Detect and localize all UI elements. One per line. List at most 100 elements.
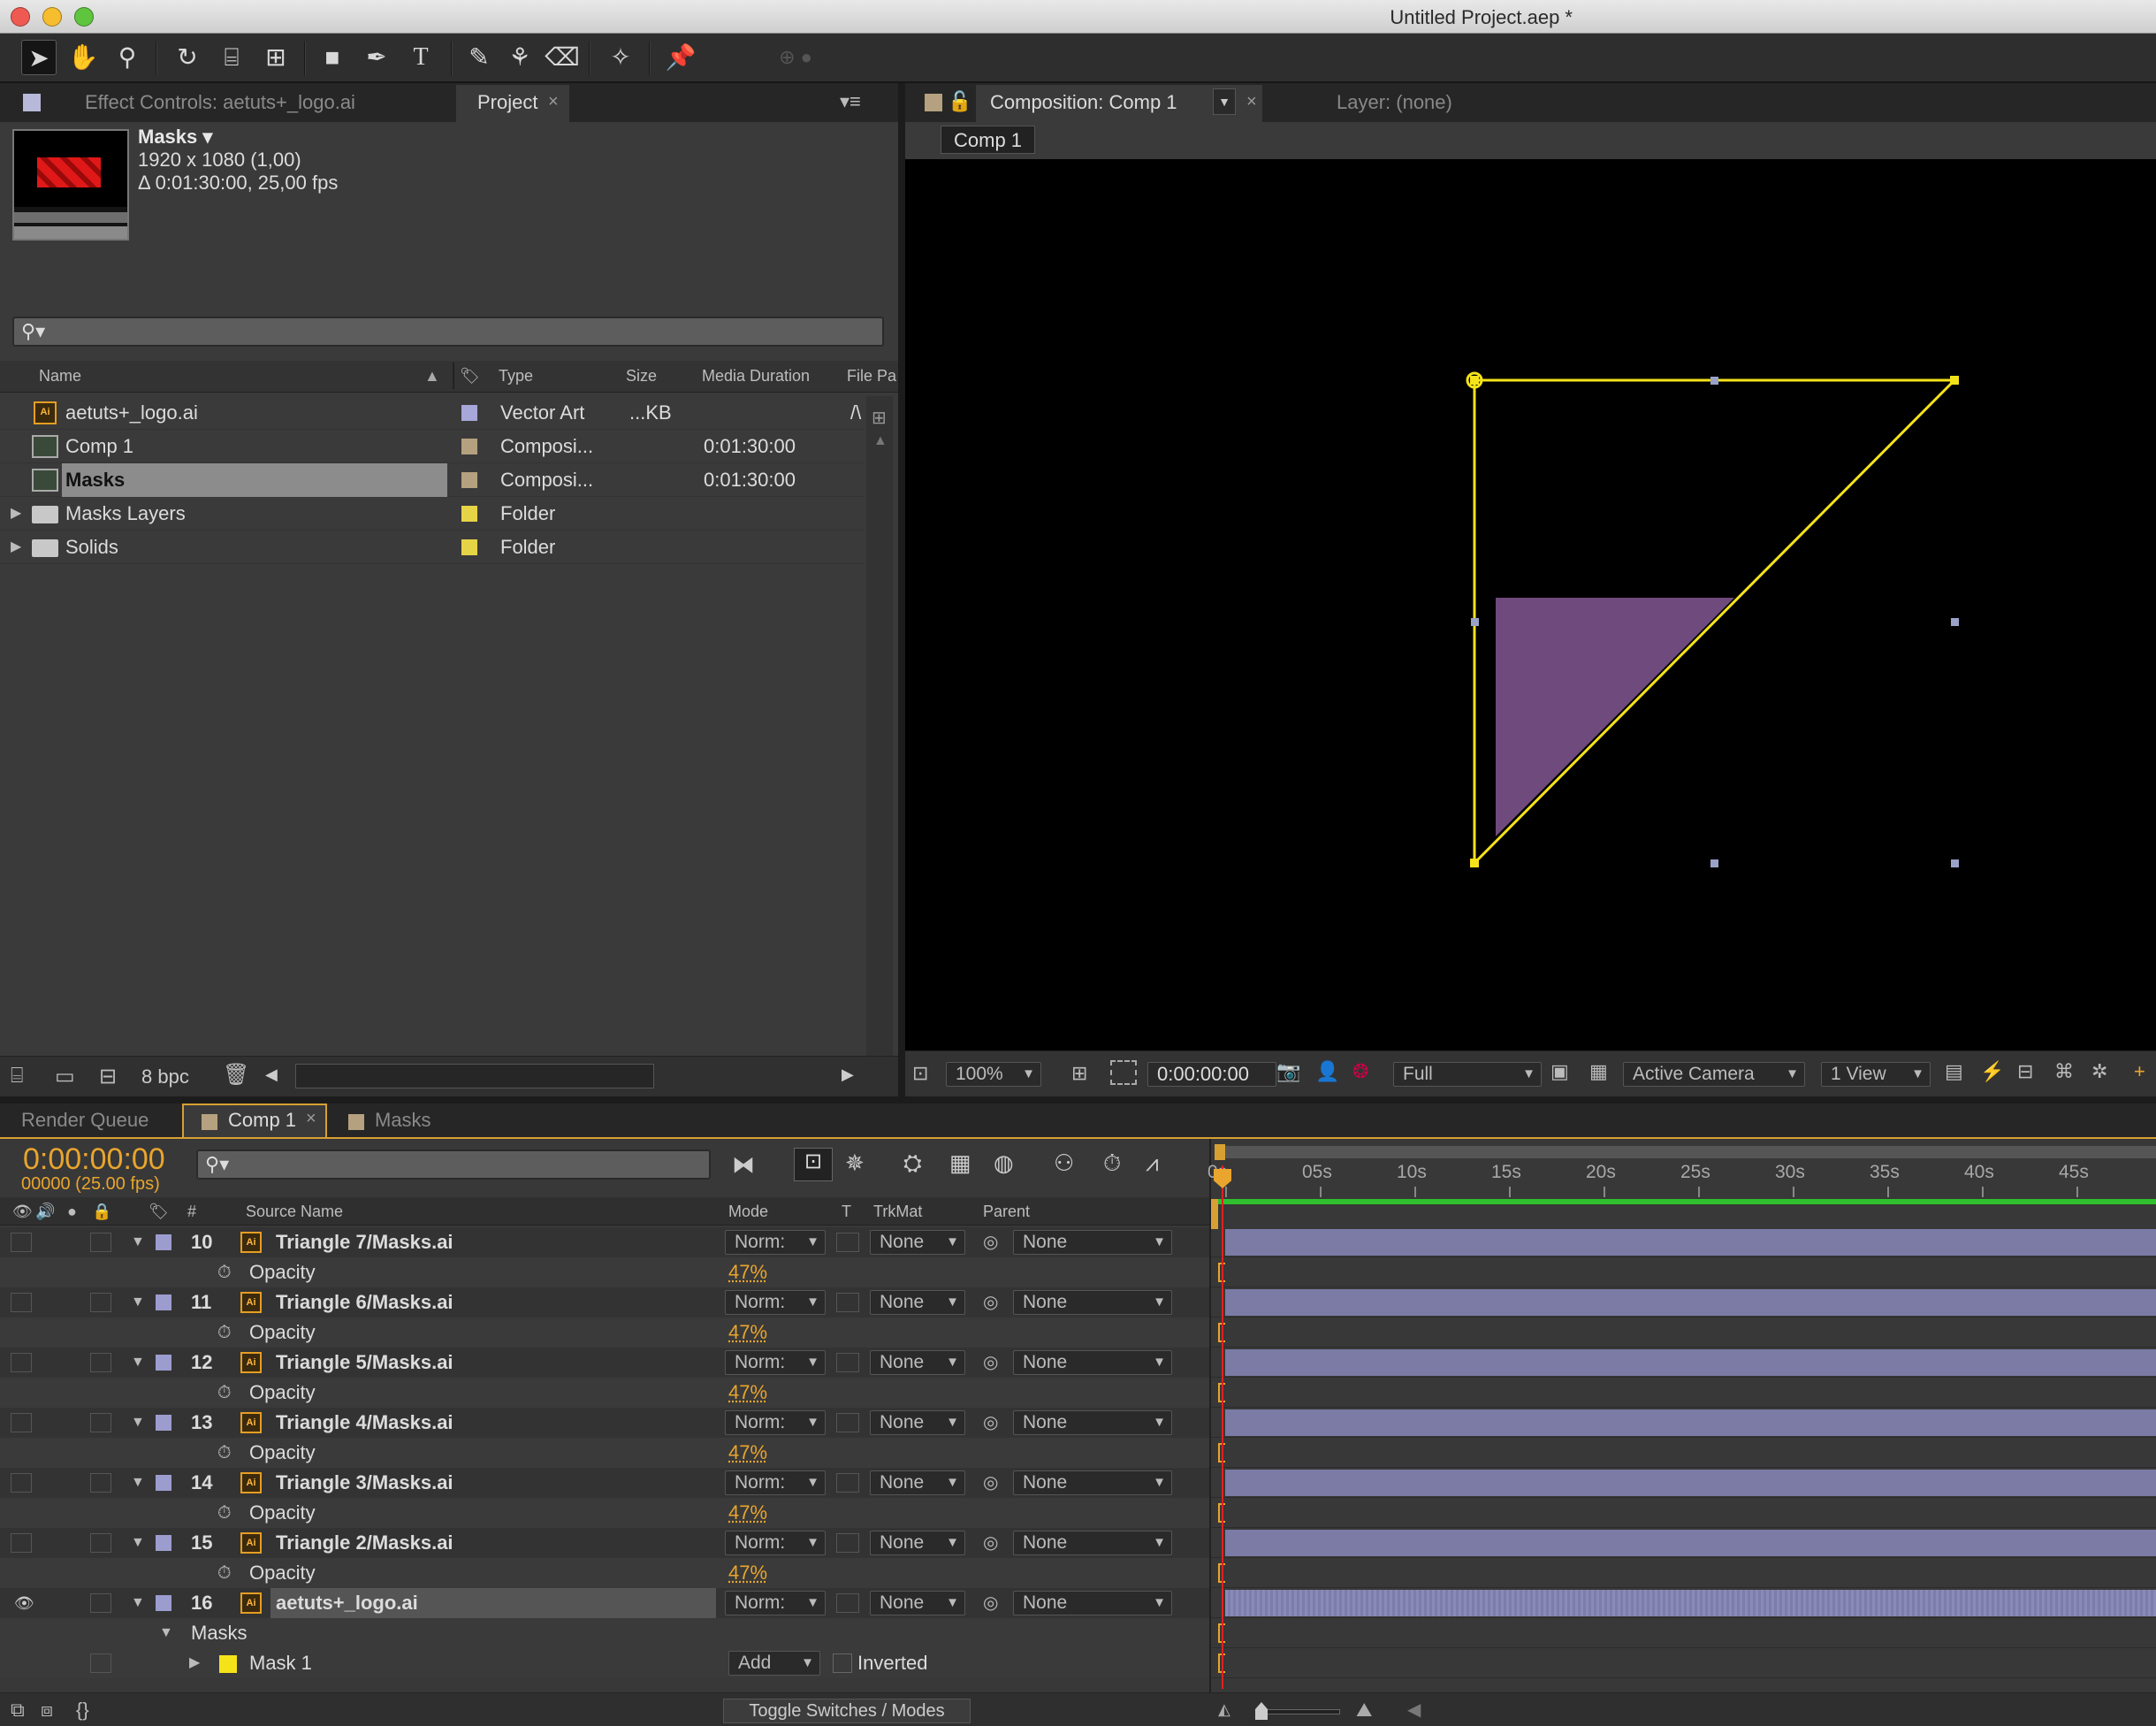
pan-behind-icon[interactable]: ⊞ bbox=[258, 40, 293, 75]
label-swatch[interactable] bbox=[156, 1234, 171, 1250]
preview-name[interactable]: Masks ▾ bbox=[138, 126, 212, 149]
lock-toggle[interactable] bbox=[90, 1533, 111, 1553]
live-update-icon[interactable]: ⊡ bbox=[794, 1148, 833, 1181]
parent-dropdown[interactable]: None ▼ bbox=[1013, 1531, 1172, 1555]
hand-icon[interactable]: ✋ bbox=[65, 40, 101, 75]
track-matte-dropdown[interactable]: None ▼ bbox=[870, 1470, 965, 1495]
track-matte-dropdown[interactable]: None ▼ bbox=[870, 1410, 965, 1435]
breadcrumb[interactable]: Comp 1 bbox=[941, 126, 1036, 154]
mask-vertex[interactable] bbox=[1470, 859, 1479, 867]
roto-brush-icon[interactable]: ✧ bbox=[603, 40, 638, 75]
close-tab-icon[interactable]: × bbox=[548, 92, 559, 112]
table-row[interactable]: ▼ 13 Ai Triangle 4/Masks.ai Norm: ▼ None ▼… bbox=[0, 1408, 1209, 1438]
column-media-duration[interactable]: Media Duration bbox=[702, 361, 810, 391]
toggle-mask-icon[interactable]: ▣ bbox=[1550, 1060, 1569, 1083]
property-row[interactable]: ⏱ Opacity 47% bbox=[0, 1558, 1209, 1588]
draft-3d-icon[interactable]: ✵ bbox=[845, 1149, 865, 1177]
transform-handle[interactable] bbox=[1710, 377, 1718, 385]
visibility-eye-icon[interactable]: 👁 bbox=[14, 1588, 34, 1618]
puppet-pin-icon[interactable]: 📌 bbox=[663, 40, 698, 75]
visibility-toggle[interactable] bbox=[11, 1293, 32, 1312]
frame-blending-icon[interactable]: ▦ bbox=[949, 1149, 971, 1177]
sort-ascending-icon[interactable]: ▲ bbox=[424, 361, 440, 391]
solo-icon[interactable]: ● bbox=[67, 1197, 77, 1226]
auto-keyframe-icon[interactable]: ⏱ bbox=[1103, 1149, 1121, 1178]
panel-menu-icon[interactable]: ▾≡ bbox=[840, 90, 861, 113]
property-group-row[interactable]: ▼ Masks bbox=[0, 1618, 1209, 1648]
preserve-transparency-toggle[interactable] bbox=[836, 1413, 859, 1432]
expand-arrow-icon[interactable]: ▶ bbox=[189, 1648, 200, 1678]
layer-duration-bar[interactable] bbox=[1225, 1470, 2156, 1496]
work-area-marker[interactable] bbox=[1211, 1199, 1218, 1229]
pick-whip-icon[interactable]: ◎ bbox=[983, 1348, 998, 1378]
column-file-path[interactable]: File Pa bbox=[847, 361, 896, 391]
timeline-search-input[interactable]: ⚲▾ bbox=[196, 1149, 711, 1180]
mask-vertex[interactable] bbox=[1470, 376, 1479, 385]
column-size[interactable]: Size bbox=[626, 361, 657, 391]
preserve-transparency-toggle[interactable] bbox=[836, 1533, 859, 1553]
column-source-name[interactable]: Source Name bbox=[246, 1197, 343, 1226]
close-tab-icon[interactable]: × bbox=[306, 1109, 316, 1129]
clone-stamp-icon[interactable]: ⚘ bbox=[502, 40, 537, 75]
tab-composition[interactable]: Composition: Comp 1 bbox=[978, 85, 1190, 120]
list-item[interactable]: Comp 1 Composi... 0:01:30:00 bbox=[0, 430, 865, 463]
lock-toggle[interactable] bbox=[90, 1593, 111, 1613]
layer-source-name[interactable]: Triangle 6/Masks.ai bbox=[270, 1287, 716, 1317]
stopwatch-icon[interactable]: ⏱ bbox=[217, 1558, 232, 1588]
expand-layer-switches-icon[interactable]: ⧉ bbox=[11, 1699, 25, 1722]
visibility-toggle[interactable] bbox=[11, 1533, 32, 1553]
label-swatch[interactable] bbox=[461, 405, 477, 421]
column-parent[interactable]: Parent bbox=[983, 1197, 1030, 1226]
expand-arrow-icon[interactable]: ▶ bbox=[11, 531, 21, 564]
timeline-icon[interactable]: ⊟ bbox=[2017, 1060, 2033, 1083]
blend-mode-dropdown[interactable]: Norm: ▼ bbox=[725, 1531, 826, 1555]
video-eye-icon[interactable]: 👁 bbox=[12, 1197, 33, 1226]
interpret-footage-icon[interactable]: ⌸ bbox=[11, 1064, 23, 1088]
label-swatch[interactable] bbox=[156, 1294, 171, 1310]
label-swatch[interactable] bbox=[156, 1535, 171, 1551]
pick-whip-icon[interactable]: ◎ bbox=[983, 1227, 998, 1257]
pen-icon[interactable]: ✒ bbox=[359, 40, 394, 75]
label-swatch[interactable] bbox=[156, 1355, 171, 1371]
column-t[interactable]: T bbox=[842, 1197, 851, 1226]
region-of-interest-icon[interactable] bbox=[1110, 1060, 1137, 1085]
track-matte-dropdown[interactable]: None ▼ bbox=[870, 1230, 965, 1255]
expand-in-out-icon[interactable]: {} bbox=[76, 1699, 89, 1722]
tab-project[interactable]: Project bbox=[465, 85, 550, 120]
blend-mode-dropdown[interactable]: Norm: ▼ bbox=[725, 1230, 826, 1255]
trash-icon[interactable]: 🗑 bbox=[223, 1062, 249, 1088]
work-area-start-handle[interactable] bbox=[1215, 1144, 1225, 1160]
table-row[interactable]: ▼ 12 Ai Triangle 5/Masks.ai Norm: ▼ None ▼… bbox=[0, 1348, 1209, 1378]
property-value[interactable]: 47% bbox=[728, 1317, 767, 1348]
collapse-arrow-icon[interactable]: ▼ bbox=[131, 1348, 145, 1378]
layer-duration-bar-selected[interactable] bbox=[1225, 1590, 2156, 1616]
parent-dropdown[interactable]: None ▼ bbox=[1013, 1290, 1172, 1315]
color-channels-icon[interactable]: ❂ bbox=[1352, 1060, 1368, 1083]
parent-dropdown[interactable]: None ▼ bbox=[1013, 1230, 1172, 1255]
layer-source-name[interactable]: Triangle 2/Masks.ai bbox=[270, 1528, 716, 1558]
parent-dropdown[interactable]: None ▼ bbox=[1013, 1350, 1172, 1375]
list-item[interactable]: Masks Composi... 0:01:30:00 bbox=[0, 463, 865, 497]
track-matte-dropdown[interactable]: None ▼ bbox=[870, 1591, 965, 1615]
lock-toggle[interactable] bbox=[90, 1413, 111, 1432]
list-item[interactable]: Ai aetuts+_logo.ai Vector Art ...KB /\ bbox=[0, 396, 865, 430]
collapse-arrow-icon[interactable]: ▼ bbox=[159, 1618, 173, 1648]
table-row[interactable]: ▼ 11 Ai Triangle 6/Masks.ai Norm: ▼ None ▼… bbox=[0, 1287, 1209, 1317]
layer-source-name[interactable]: Triangle 4/Masks.ai bbox=[270, 1408, 716, 1438]
composition-canvas[interactable] bbox=[905, 159, 2156, 1050]
property-row[interactable]: ⏱ Opacity 47% bbox=[0, 1378, 1209, 1408]
label-column-icon[interactable]: 🏷 bbox=[460, 361, 480, 391]
table-row[interactable]: ▼ 10 Ai Triangle 7/Masks.ai Norm: ▼ None ▼… bbox=[0, 1227, 1209, 1257]
label-swatch[interactable] bbox=[461, 539, 477, 555]
layer-duration-bar[interactable] bbox=[1225, 1289, 2156, 1316]
layer-duration-bar[interactable] bbox=[1225, 1409, 2156, 1436]
pick-whip-icon[interactable]: ◎ bbox=[983, 1468, 998, 1498]
panel-divider[interactable] bbox=[898, 83, 905, 1096]
stopwatch-icon[interactable]: ⏱ bbox=[217, 1317, 232, 1348]
mask-color-swatch[interactable] bbox=[219, 1655, 237, 1673]
property-value[interactable]: 47% bbox=[728, 1257, 767, 1287]
list-item[interactable]: ▶ Solids Folder bbox=[0, 531, 865, 564]
mask-vertex[interactable] bbox=[1950, 376, 1959, 385]
collapse-arrow-icon[interactable]: ▼ bbox=[131, 1468, 145, 1498]
inverted-checkbox[interactable] bbox=[833, 1653, 852, 1673]
